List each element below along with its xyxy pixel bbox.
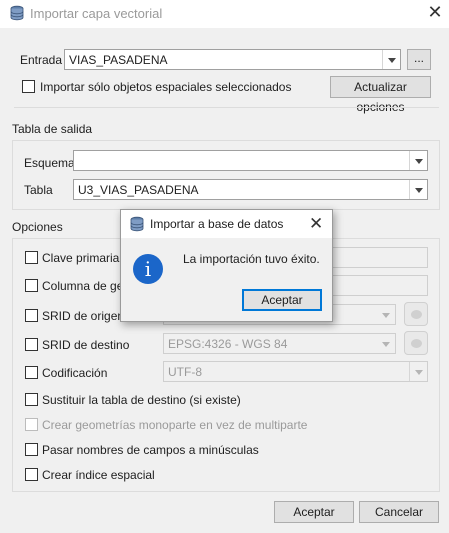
target-srid-value: EPSG:4326 - WGS 84	[168, 337, 288, 351]
chevron-down-icon	[409, 151, 427, 170]
title-bar: Importar capa vectorial ✕	[0, 0, 449, 28]
single-part-label: Crear geometrías monoparte en vez de mul…	[42, 418, 308, 432]
spatial-index-label: Crear índice espacial	[42, 468, 155, 482]
lowercase-fields-label: Pasar nombres de campos a minúsculas	[42, 443, 259, 457]
dialog-title: Importar a base de datos	[150, 217, 284, 231]
close-icon[interactable]: ✕	[424, 2, 446, 24]
primary-key-label: Clave primaria	[42, 251, 120, 265]
info-icon: i	[133, 254, 163, 284]
database-icon	[130, 216, 144, 232]
dialog-title-bar: Importar a base de datos ✕	[121, 210, 332, 238]
chevron-down-icon	[377, 334, 395, 353]
selected-only-label: Importar sólo objetos espaciales selecci…	[40, 80, 292, 94]
source-srid-label: SRID de origen	[42, 309, 125, 323]
browse-button[interactable]: ...	[407, 49, 431, 70]
chevron-down-icon	[377, 305, 395, 324]
cancel-button[interactable]: Cancelar	[359, 501, 439, 523]
encoding-value: UTF-8	[168, 365, 202, 379]
database-icon	[10, 5, 24, 21]
table-value: U3_VIAS_PASADENA	[78, 183, 199, 197]
import-success-dialog: Importar a base de datos ✕ i La importac…	[120, 209, 333, 322]
target-srid-checkbox[interactable]	[25, 338, 38, 351]
options-group-label: Opciones	[12, 220, 63, 234]
divider	[14, 107, 439, 108]
encoding-checkbox[interactable]	[25, 366, 38, 379]
chevron-down-icon	[409, 362, 427, 381]
chevron-down-icon	[409, 180, 427, 199]
spatial-index-checkbox[interactable]	[25, 468, 38, 481]
table-label: Tabla	[24, 183, 53, 197]
single-part-checkbox	[25, 418, 38, 431]
update-options-button[interactable]: Actualizar opciones	[330, 76, 431, 114]
geometry-column-label: Columna de geo	[42, 279, 131, 293]
entrada-label: Entrada	[20, 53, 63, 67]
target-srid-combobox: EPSG:4326 - WGS 84	[163, 333, 396, 354]
primary-key-checkbox[interactable]	[25, 251, 38, 264]
dialog-message: La importación tuvo éxito.	[183, 252, 320, 266]
replace-table-checkbox[interactable]	[25, 393, 38, 406]
target-srid-label: SRID de destino	[42, 338, 130, 352]
crs-selector-icon	[404, 331, 428, 355]
ok-button[interactable]: Aceptar	[274, 501, 354, 523]
lowercase-fields-checkbox[interactable]	[25, 443, 38, 456]
close-icon[interactable]: ✕	[309, 214, 323, 234]
encoding-label: Codificación	[42, 366, 108, 380]
table-combobox[interactable]: U3_VIAS_PASADENA	[73, 179, 428, 200]
entrada-value: VIAS_PASADENA	[69, 53, 168, 67]
crs-selector-icon	[404, 302, 428, 326]
chevron-down-icon	[382, 50, 400, 69]
geometry-column-checkbox[interactable]	[25, 279, 38, 292]
window-title: Importar capa vectorial	[30, 6, 163, 21]
schema-combobox[interactable]	[73, 150, 428, 171]
source-srid-checkbox[interactable]	[25, 309, 38, 322]
schema-label: Esquema	[24, 156, 75, 170]
entrada-combobox[interactable]: VIAS_PASADENA	[64, 49, 401, 70]
encoding-combobox: UTF-8	[163, 361, 428, 382]
selected-only-checkbox[interactable]	[22, 80, 35, 93]
dialog-ok-button[interactable]: Aceptar	[242, 289, 322, 311]
output-group-label: Tabla de salida	[12, 122, 93, 136]
replace-table-label: Sustituir la tabla de destino (si existe…	[42, 393, 241, 407]
